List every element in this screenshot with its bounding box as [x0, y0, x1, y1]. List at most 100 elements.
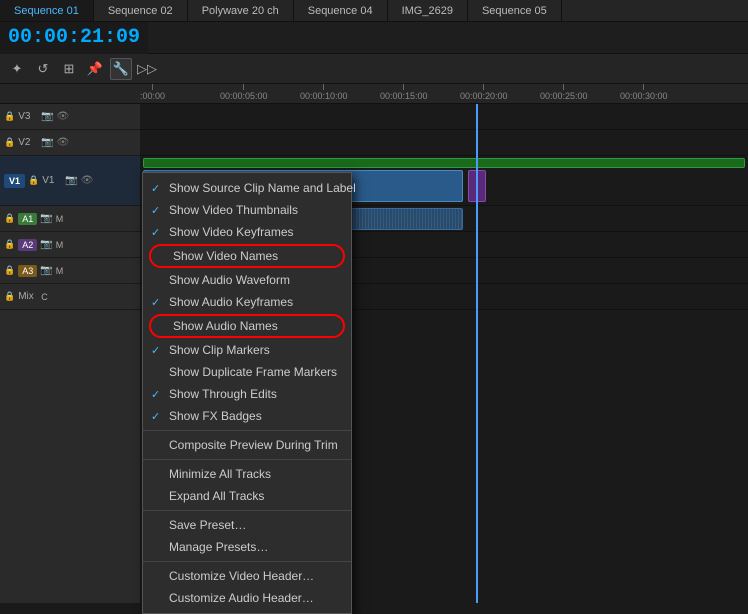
tick-label: 00:00:10:00: [300, 91, 348, 101]
tick-label: 00:00:05:00: [220, 91, 268, 101]
menu-label-13: Expand All Tracks: [169, 489, 264, 503]
menu-label-8: Show Duplicate Frame Markers: [169, 365, 337, 379]
tab-sequence01[interactable]: Sequence 01: [0, 0, 94, 21]
tick-line: [243, 84, 244, 90]
selection-tool-btn[interactable]: ✦: [6, 58, 28, 80]
v3-label: V3: [18, 111, 38, 122]
camera-icon-v1[interactable]: 📷: [65, 175, 77, 186]
camera-icon-v2[interactable]: 📷: [41, 137, 53, 148]
ruler-tick: 00:00:25:00: [540, 84, 588, 101]
speaker-icon-a3[interactable]: 📷: [40, 265, 52, 276]
menu-label-16: Customize Video Header…: [169, 569, 314, 583]
tick-label: 00:00:15:00: [380, 91, 428, 101]
m-label-a3: M: [56, 266, 64, 276]
green-clip[interactable]: [143, 158, 745, 168]
menu-item-5[interactable]: ✓Show Audio Keyframes: [143, 291, 351, 313]
wrench-tool-btn[interactable]: 🔧: [110, 58, 132, 80]
a3-badge: A3: [18, 265, 37, 277]
menu-item-10[interactable]: ✓ Show FX Badges: [143, 405, 351, 427]
lock-icon-a3[interactable]: 🔒: [4, 265, 15, 276]
lock-icon-v2[interactable]: 🔒: [4, 137, 15, 148]
menu-item-15[interactable]: Manage Presets…: [143, 536, 351, 558]
playhead-a1: [476, 206, 478, 231]
a2-badge: A2: [18, 239, 37, 251]
menu-separator-10: [143, 430, 351, 431]
tick-label: 00:00:30:00: [620, 91, 668, 101]
menu-label-7: Show Clip Markers: [169, 343, 270, 357]
v2-label: V2: [18, 137, 38, 148]
track-headers-col: 🔒 V3 📷 👁 🔒 V2 📷 👁 V1: [0, 104, 140, 603]
track-header-a1: 🔒 A1 📷 M: [0, 206, 140, 232]
pin-tool-btn[interactable]: 📌: [84, 58, 106, 80]
menu-label-3: Show Video Names: [173, 249, 278, 263]
a1-badge: A1: [18, 213, 37, 225]
menu-label-10: Show FX Badges: [169, 409, 262, 423]
menu-item-1[interactable]: ✓Show Video Thumbnails: [143, 199, 351, 221]
tab-bar: Sequence 01 Sequence 02 Polywave 20 ch S…: [0, 0, 748, 22]
extra-tool-btn[interactable]: ▷▷: [136, 58, 158, 80]
lock-icon-v1[interactable]: 🔒: [28, 175, 39, 186]
ruler-row: :00:00 00:00:05:00 00:00:10:00 00:00:15:00 0…: [0, 84, 748, 104]
menu-item-12[interactable]: Minimize All Tracks: [143, 463, 351, 485]
menu-item-9[interactable]: ✓Show Through Edits: [143, 383, 351, 405]
tab-sequence05[interactable]: Sequence 05: [468, 0, 562, 21]
v1-badge: V1: [4, 174, 25, 188]
menu-item-17[interactable]: Customize Audio Header…: [143, 587, 351, 609]
menu-label-2: Show Video Keyframes: [169, 225, 294, 239]
tick-line: [563, 84, 564, 90]
track-header-v1: V1 🔒 V1 📷 👁: [0, 156, 140, 206]
bottom-section: :00:00 00:00:05:00 00:00:10:00 00:00:15:00 0…: [0, 84, 748, 603]
checkmark-10: ✓: [151, 410, 160, 423]
ruler-tick: :00:00: [140, 84, 165, 101]
tab-img2629[interactable]: IMG_2629: [388, 0, 468, 21]
menu-item-0[interactable]: ✓Show Source Clip Name and Label: [143, 177, 351, 199]
menu-label-14: Save Preset…: [169, 518, 246, 532]
speaker-icon-a1[interactable]: 📷: [40, 213, 52, 224]
menu-item-8[interactable]: Show Duplicate Frame Markers: [143, 361, 351, 383]
checkmark-5: ✓: [151, 296, 160, 309]
menu-separator-15: [143, 561, 351, 562]
lock-icon-mix[interactable]: 🔒: [4, 291, 15, 302]
m-label-a1: M: [56, 214, 64, 224]
ruler-tick: 00:00:15:00: [380, 84, 428, 101]
tick-label: :00:00: [140, 91, 165, 101]
menu-item-11[interactable]: Composite Preview During Trim: [143, 434, 351, 456]
track-select-btn[interactable]: ⊞: [58, 58, 80, 80]
ripple-tool-btn[interactable]: ↺: [32, 58, 54, 80]
lock-icon-a1[interactable]: 🔒: [4, 213, 15, 224]
context-menu: ✓Show Source Clip Name and Label✓Show Vi…: [142, 172, 352, 614]
menu-item-2[interactable]: ✓ Show Video Keyframes: [143, 221, 351, 243]
tab-sequence02[interactable]: Sequence 02: [94, 0, 188, 21]
camera-icon-v3[interactable]: 📷: [41, 111, 53, 122]
tab-polywave[interactable]: Polywave 20 ch: [188, 0, 294, 21]
menu-item-13[interactable]: Expand All Tracks: [143, 485, 351, 507]
menu-label-11: Composite Preview During Trim: [169, 438, 338, 452]
checkmark-2: ✓: [151, 226, 160, 239]
ruler-tick: 00:00:05:00: [220, 84, 268, 101]
menu-item-4[interactable]: Show Audio Waveform: [143, 269, 351, 291]
tab-sequence04[interactable]: Sequence 04: [294, 0, 388, 21]
tick-line: [152, 84, 153, 90]
menu-item-6[interactable]: Show Audio Names: [149, 314, 345, 338]
menu-item-14[interactable]: Save Preset…: [143, 514, 351, 536]
track-header-a2: 🔒 A2 📷 M: [0, 232, 140, 258]
lock-icon-v3[interactable]: 🔒: [4, 111, 15, 122]
menu-item-7[interactable]: ✓ Show Clip Markers: [143, 339, 351, 361]
checkmark-9: ✓: [151, 388, 160, 401]
eye-icon-v1[interactable]: 👁: [81, 175, 94, 186]
menu-label-6: Show Audio Names: [173, 319, 278, 333]
checkmark-7: ✓: [151, 344, 160, 357]
speaker-icon-a2[interactable]: 📷: [40, 239, 52, 250]
tick-label: 00:00:20:00: [460, 91, 508, 101]
tracks-row: 🔒 V3 📷 👁 🔒 V2 📷 👁 V1: [0, 104, 748, 603]
track-header-mix: 🔒 Mix C: [0, 284, 140, 310]
tick-label: 00:00:25:00: [540, 91, 588, 101]
tick-line: [403, 84, 404, 90]
eye-icon-v3[interactable]: 👁: [57, 111, 70, 122]
menu-label-0: Show Source Clip Name and Label: [169, 181, 356, 195]
menu-separator-11: [143, 459, 351, 460]
menu-item-16[interactable]: Customize Video Header…: [143, 565, 351, 587]
menu-item-3[interactable]: Show Video Names: [149, 244, 345, 268]
lock-icon-a2[interactable]: 🔒: [4, 239, 15, 250]
eye-icon-v2[interactable]: 👁: [57, 137, 70, 148]
